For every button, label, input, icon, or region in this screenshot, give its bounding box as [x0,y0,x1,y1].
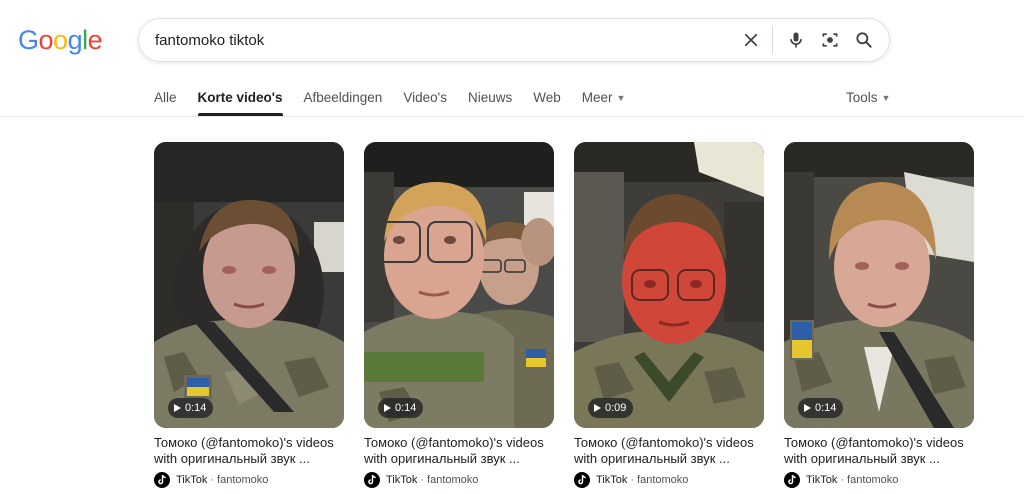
tab-label: Meer [581,90,613,105]
tab-label: Afbeeldingen [303,90,383,105]
logo-letter: e [87,24,103,55]
tab-label: Web [533,90,561,105]
tab-label: Alle [154,90,177,105]
play-icon [594,404,601,412]
video-title-line: with оригинальный звук ... [364,451,520,466]
header-divider [0,116,1024,117]
platform-name: TikTok [386,474,418,486]
google-logo[interactable]: G o o g l e [18,24,103,56]
play-icon [174,404,181,412]
video-title[interactable]: Томоко (@fantomoko)'s videos with оригин… [154,435,344,467]
video-title-line: with оригинальный звук ... [784,451,940,466]
tiktok-icon [154,472,170,488]
video-thumbnail[interactable]: 0:09 [574,142,764,428]
tiktok-icon [574,472,590,488]
tab-alle[interactable]: Alle [154,82,177,116]
tiktok-icon [364,472,380,488]
video-duration-badge: 0:14 [168,398,214,418]
tab-label: Video's [403,90,447,105]
tab-label: Nieuws [467,90,513,105]
video-source: TikTok · fantomoko [364,472,554,488]
logo-letter: o [38,24,54,55]
video-source: TikTok · fantomoko [784,472,974,488]
video-source: TikTok · fantomoko [574,472,764,488]
separator-dot: · [840,474,845,486]
platform-name: TikTok [806,474,838,486]
tab-korte-videos[interactable]: Korte video's [197,82,283,116]
short-video-results: 0:14 Томоко (@fantomoko)'s videos with о… [154,142,974,488]
separator-dot: · [210,474,215,486]
tab-web[interactable]: Web [533,82,561,116]
video-title[interactable]: Томоко (@fantomoko)'s videos with оригин… [574,435,764,467]
tools-label: Tools [846,90,878,105]
video-duration-badge: 0:14 [798,398,844,418]
platform-name: TikTok [176,474,208,486]
platform-name: TikTok [596,474,628,486]
search-input[interactable] [155,19,734,61]
caret-down-icon: ▼ [881,93,891,103]
logo-letter: g [67,24,83,55]
tab-meer[interactable]: Meer ▼ [582,82,626,116]
tab-afbeeldingen[interactable]: Afbeeldingen [304,82,383,116]
search-tabs: Alle Korte video's Afbeeldingen Video's … [154,82,646,116]
play-icon [384,404,391,412]
channel-name: fantomoko [637,474,689,486]
separator-dot: · [420,474,425,486]
video-card[interactable]: 0:14 Томоко (@fantomoko)'s videos with о… [154,142,344,488]
video-title-line: Томоко (@fantomoko)'s videos [784,435,964,450]
duration-text: 0:14 [815,402,837,414]
tiktok-icon [784,472,800,488]
close-icon[interactable] [734,23,768,57]
video-title-line: with оригинальный звук ... [574,451,730,466]
video-thumbnail[interactable]: 0:14 [154,142,344,428]
camera-lens-icon[interactable] [813,23,847,57]
channel-name: fantomoko [847,474,899,486]
video-thumbnail[interactable]: 0:14 [784,142,974,428]
video-card[interactable]: 0:14 Томоко (@fantomoko)'s videos with о… [784,142,974,488]
video-title-line: Томоко (@fantomoko)'s videos [364,435,544,450]
duration-text: 0:14 [395,402,417,414]
microphone-icon[interactable] [779,23,813,57]
tools-button[interactable]: Tools ▼ [846,90,890,105]
video-card[interactable]: 0:14 Томоко (@fantomoko)'s videos with о… [364,142,554,488]
video-source: TikTok · fantomoko [154,472,344,488]
play-icon [804,404,811,412]
video-title[interactable]: Томоко (@fantomoko)'s videos with оригин… [364,435,554,467]
duration-text: 0:14 [185,402,207,414]
video-title-line: Томоко (@fantomoko)'s videos [154,435,334,450]
video-title-line: Томоко (@fantomoko)'s videos [574,435,754,450]
logo-letter: G [18,24,39,55]
search-divider [772,26,773,54]
duration-text: 0:09 [605,402,627,414]
channel-name: fantomoko [427,474,479,486]
caret-down-icon: ▼ [616,93,626,103]
tab-label: Korte video's [197,90,283,105]
search-bar [138,18,890,62]
channel-name: fantomoko [217,474,269,486]
tab-videos[interactable]: Video's [403,82,447,116]
video-duration-badge: 0:14 [378,398,424,418]
video-thumbnail[interactable]: 0:14 [364,142,554,428]
search-icon[interactable] [847,23,881,57]
video-card[interactable]: 0:09 Томоко (@fantomoko)'s videos with о… [574,142,764,488]
logo-letter: o [53,24,68,55]
tab-nieuws[interactable]: Nieuws [468,82,512,116]
video-title[interactable]: Томоко (@fantomoko)'s videos with оригин… [784,435,974,467]
video-duration-badge: 0:09 [588,398,634,418]
separator-dot: · [630,474,635,486]
video-title-line: with оригинальный звук ... [154,451,310,466]
